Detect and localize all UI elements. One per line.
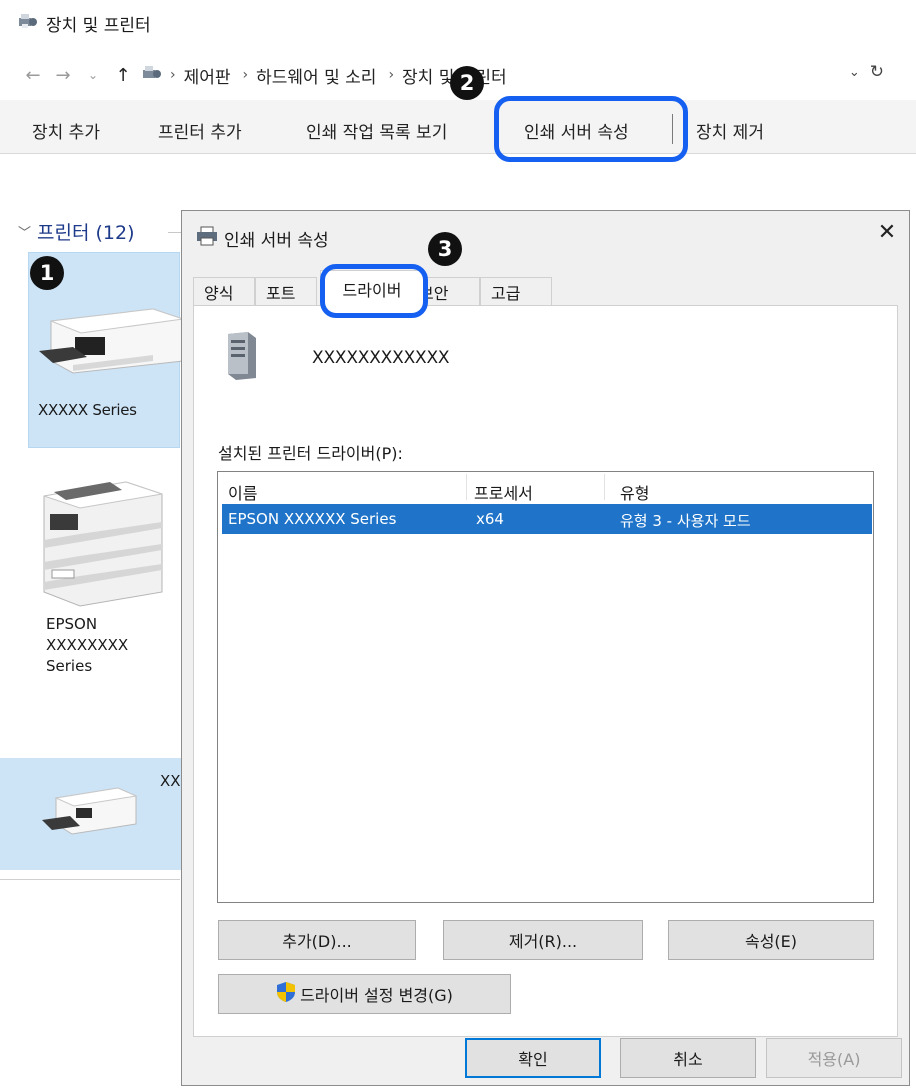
ok-button[interactable]: 확인 bbox=[465, 1038, 601, 1078]
button-label: 제거(R)... bbox=[508, 932, 578, 951]
device-label-line: Series bbox=[46, 657, 93, 675]
dialog-title-bar: 인쇄 서버 속성 bbox=[196, 226, 329, 251]
printer-device-icon bbox=[42, 787, 138, 835]
printer-device-icon bbox=[39, 308, 183, 374]
callout-badge-2: 2 bbox=[450, 66, 484, 100]
button-label: 취소 bbox=[673, 1050, 703, 1069]
remove-device-button[interactable]: 장치 제거 bbox=[696, 118, 764, 143]
breadcrumb-separator: › bbox=[170, 67, 176, 83]
device-item-selected[interactable] bbox=[0, 758, 182, 870]
breadcrumb-control-panel[interactable]: 제어판 bbox=[184, 63, 231, 88]
add-printer-button[interactable]: 프린터 추가 bbox=[158, 118, 242, 143]
table-row[interactable]: EPSON XXXXXX Series x64 유형 3 - 사용자 모드 bbox=[222, 504, 872, 534]
dialog-title: 인쇄 서버 속성 bbox=[224, 231, 329, 251]
callout-ring-drivers-tab bbox=[320, 264, 428, 318]
callout-ring-print-server-properties bbox=[494, 96, 688, 162]
window-title-bar: 장치 및 프린터 bbox=[18, 10, 151, 36]
window-title: 장치 및 프린터 bbox=[46, 15, 151, 36]
driver-properties-button[interactable]: 속성(E) bbox=[668, 920, 874, 960]
column-header-processor[interactable]: 프로세서 bbox=[474, 480, 533, 504]
breadcrumb-separator: › bbox=[242, 67, 249, 83]
tab-ports[interactable]: 포트 bbox=[255, 277, 317, 305]
location-icon bbox=[142, 64, 162, 87]
breadcrumb-hardware-sound[interactable]: 하드웨어 및 소리 bbox=[256, 63, 376, 88]
driver-type-cell: 유형 3 - 사용자 모드 bbox=[620, 512, 751, 530]
button-label: 추가(D)... bbox=[282, 932, 352, 951]
drivers-list[interactable] bbox=[217, 471, 874, 903]
forward-arrow-icon[interactable]: → bbox=[48, 65, 78, 86]
column-divider bbox=[604, 474, 605, 500]
column-header-name[interactable]: 이름 bbox=[228, 480, 257, 504]
tab-label: 포트 bbox=[266, 283, 296, 303]
callout-badge-3: 3 bbox=[428, 232, 462, 266]
button-label: 속성(E) bbox=[744, 932, 798, 951]
device-label: XXXXX Series bbox=[38, 401, 137, 419]
remove-driver-button[interactable]: 제거(R)... bbox=[443, 920, 643, 960]
add-device-button[interactable]: 장치 추가 bbox=[32, 118, 100, 143]
cancel-button[interactable]: 취소 bbox=[620, 1038, 756, 1078]
close-icon[interactable]: ✕ bbox=[872, 220, 902, 245]
tab-label: 고급 bbox=[491, 283, 521, 303]
refresh-icon[interactable]: ↻ bbox=[870, 62, 884, 82]
callout-badge-1: 1 bbox=[30, 256, 64, 290]
see-print-queue-button[interactable]: 인쇄 작업 목록 보기 bbox=[306, 118, 447, 143]
change-driver-settings-button[interactable]: 드라이버 설정 변경(G) bbox=[218, 974, 511, 1014]
column-header-type[interactable]: 유형 bbox=[620, 480, 649, 504]
printer-icon bbox=[196, 226, 218, 251]
recent-locations-chevron-icon[interactable]: ⌄ bbox=[78, 68, 108, 82]
back-arrow-icon[interactable]: ← bbox=[18, 65, 48, 86]
group-label: 프린터 (12) bbox=[37, 222, 135, 244]
tab-forms[interactable]: 양식 bbox=[193, 277, 255, 305]
group-divider bbox=[168, 232, 182, 233]
breadcrumb-separator: › bbox=[388, 67, 395, 83]
device-label: EPSON XXXXXXXX Series bbox=[46, 614, 128, 677]
command-bar: 장치 추가 프린터 추가 인쇄 작업 목록 보기 인쇄 서버 속성 장치 제거 bbox=[0, 100, 916, 154]
multifunction-printer-icon bbox=[43, 481, 163, 607]
device-label-line: EPSON bbox=[46, 615, 98, 633]
tab-label: 양식 bbox=[204, 283, 234, 303]
device-label: XX bbox=[160, 772, 181, 790]
shield-icon bbox=[276, 981, 296, 1007]
server-icon bbox=[228, 332, 256, 380]
address-dropdown-icon[interactable]: ⌄ bbox=[849, 65, 860, 82]
driver-processor-cell: x64 bbox=[476, 510, 504, 528]
add-driver-button[interactable]: 추가(D)... bbox=[218, 920, 416, 960]
driver-name-cell: EPSON XXXXXX Series bbox=[228, 510, 397, 528]
printers-group-header[interactable]: ﹀ 프린터 (12) bbox=[18, 218, 135, 245]
devices-printers-icon bbox=[18, 12, 38, 35]
apply-button[interactable]: 적용(A) bbox=[766, 1038, 902, 1078]
up-arrow-icon[interactable]: ↑ bbox=[108, 65, 138, 86]
server-name: XXXXXXXXXXXX bbox=[312, 348, 450, 368]
address-bar-controls: ⌄ ↻ bbox=[849, 62, 884, 82]
tab-advanced[interactable]: 고급 bbox=[480, 277, 552, 305]
button-label: 드라이버 설정 변경(G) bbox=[300, 986, 453, 1005]
device-label-line: XXXXXXXX bbox=[46, 636, 129, 654]
column-divider bbox=[466, 474, 467, 500]
button-label: 확인 bbox=[518, 1050, 548, 1069]
chevron-down-icon: ﹀ bbox=[18, 226, 32, 241]
installed-drivers-label: 설치된 프린터 드라이버(P): bbox=[218, 444, 403, 463]
button-label: 적용(A) bbox=[807, 1050, 861, 1069]
